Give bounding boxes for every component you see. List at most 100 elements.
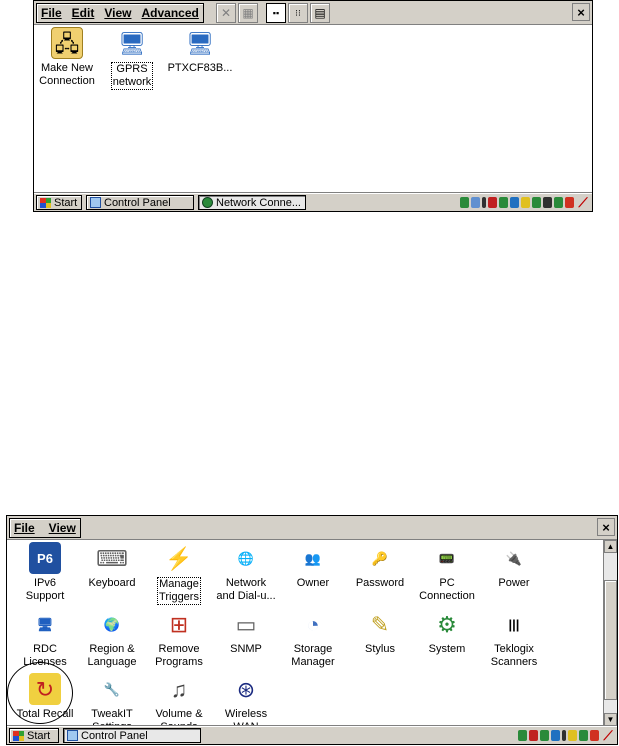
item-label: Storage Manager: [291, 643, 335, 668]
battery-icon[interactable]: [488, 197, 497, 208]
scroll-down-icon[interactable]: ▼: [604, 713, 617, 726]
password-item[interactable]: 🔑 Password: [346, 542, 414, 590]
tweakit-settings-icon: 🔧: [96, 673, 128, 705]
signal-icon[interactable]: [554, 197, 563, 208]
teklogix-scanners-icon: |||: [498, 608, 530, 640]
scroll-up-icon[interactable]: ▲: [604, 540, 617, 553]
manage-triggers-item[interactable]: ⚡ Manage Triggers: [145, 542, 213, 605]
remove-programs-icon: ⊞: [163, 608, 195, 640]
rdc-licenses-icon: 🖥: [29, 608, 61, 640]
large-icons-view-icon[interactable]: ▪▪: [266, 3, 286, 23]
toolbar: ✕ ▦ ▪▪ ⁝⁝ ▤: [216, 3, 330, 23]
battery-icon[interactable]: [529, 730, 538, 741]
stylus-pen-icon[interactable]: ⟋: [601, 728, 615, 743]
task-control-panel[interactable]: Control Panel: [63, 728, 201, 743]
menu-view[interactable]: View: [104, 6, 131, 20]
details-view-icon[interactable]: ▤: [310, 3, 330, 23]
transfer-icon[interactable]: [551, 730, 560, 741]
sync-icon[interactable]: [499, 197, 508, 208]
item-label: Owner: [296, 577, 330, 589]
globe-icon[interactable]: [579, 730, 588, 741]
network-connections-window: File Edit View Advanced ✕ ▦ ▪▪ ⁝⁝ ▤ × 🖧 …: [33, 0, 593, 212]
network-dialup-icon: 🌐: [230, 542, 262, 574]
ptxcf83b-icon: 🖥: [186, 30, 214, 56]
task-network-connections[interactable]: Network Conne...: [198, 195, 306, 210]
item-label: Region & Language: [87, 643, 137, 668]
system-tray: ⟋: [460, 195, 590, 210]
system-item[interactable]: ⚙ System: [413, 608, 481, 656]
stylus-icon: ✎: [364, 608, 396, 640]
control-panel-window: File View × P6 IPv6 Support ⌨ Keyboard ⚡ Manag…: [6, 515, 618, 745]
connection-icon[interactable]: [471, 197, 480, 208]
item-label: Manage Triggers: [157, 577, 201, 605]
menu-view[interactable]: View: [49, 521, 76, 535]
small-icons-view-icon[interactable]: ⁝⁝: [288, 3, 308, 23]
network-status-icon[interactable]: [518, 730, 527, 741]
menu-file[interactable]: File: [14, 521, 35, 535]
item-label: Power: [498, 577, 530, 589]
globe-icon[interactable]: [532, 197, 541, 208]
storage-manager-item[interactable]: ◔ Storage Manager: [279, 608, 347, 669]
task-control-panel[interactable]: Control Panel: [86, 195, 194, 210]
keyboard-tray-icon[interactable]: [543, 197, 552, 208]
info-icon[interactable]: [482, 197, 486, 208]
make-new-connection-item[interactable]: 🖧 Make New Connection: [34, 27, 103, 88]
scroll-thumb[interactable]: [604, 580, 617, 700]
vertical-scrollbar[interactable]: ▲ ▼: [603, 540, 617, 726]
task-label: Network Conne...: [216, 196, 301, 209]
menu-file[interactable]: File: [41, 6, 62, 20]
delete-icon[interactable]: ✕: [216, 3, 236, 23]
ipv6-item[interactable]: P6 IPv6 Support: [11, 542, 79, 603]
info-icon[interactable]: [562, 730, 566, 741]
pc-connection-icon: 📟: [431, 542, 463, 574]
task-label: Control Panel: [104, 196, 171, 209]
close-button[interactable]: ×: [572, 3, 590, 21]
system-icon: ⚙: [431, 608, 463, 640]
sync-icon[interactable]: [540, 730, 549, 741]
stylus-pen-icon[interactable]: ⟋: [576, 195, 590, 210]
storage-manager-icon: ◔: [297, 608, 329, 640]
start-button[interactable]: Start: [36, 195, 82, 210]
network-dialup-item[interactable]: 🌐 Network and Dial-u...: [212, 542, 280, 603]
network-status-icon[interactable]: [460, 197, 469, 208]
lock-icon[interactable]: [521, 197, 530, 208]
wireless-wan-item[interactable]: ⊛WirelessWAN: [212, 673, 280, 734]
start-label: Start: [54, 196, 78, 209]
item-label: PC Connection: [419, 577, 475, 602]
lock-icon[interactable]: [568, 730, 577, 741]
windows-flag-icon: [40, 197, 51, 208]
manage-triggers-icon: ⚡: [163, 542, 195, 574]
close-button[interactable]: ×: [597, 518, 615, 536]
keyboard-item[interactable]: ⌨ Keyboard: [78, 542, 146, 590]
tweakit-settings-item[interactable]: 🔧TweakITSettings: [78, 673, 146, 734]
password-icon: 🔑: [364, 542, 396, 574]
remove-programs-item[interactable]: ⊞ Remove Programs: [145, 608, 213, 669]
menu-advanced[interactable]: Advanced: [141, 6, 198, 20]
ipv6-icon: P6: [29, 542, 61, 574]
power-item[interactable]: 🔌 Power: [480, 542, 548, 590]
transfer-icon[interactable]: [510, 197, 519, 208]
properties-icon[interactable]: ▦: [238, 3, 258, 23]
menu-group: File Edit View Advanced: [36, 3, 204, 23]
rdc-licenses-item[interactable]: 🖥 RDC Licenses: [11, 608, 79, 669]
volume-sounds-item[interactable]: ♫Volume &Sounds: [145, 673, 213, 734]
menu-bar: File View ×: [7, 516, 617, 540]
power-icon: 🔌: [498, 542, 530, 574]
start-button[interactable]: Start: [9, 728, 59, 743]
menu-edit[interactable]: Edit: [72, 6, 95, 20]
volume-sounds-icon: ♫: [163, 673, 195, 705]
stylus-item[interactable]: ✎ Stylus: [346, 608, 414, 656]
power-tray-icon[interactable]: [590, 730, 599, 741]
ptxcf83b-item[interactable]: 🖥 PTXCF83B...: [158, 27, 242, 75]
power-tray-icon[interactable]: [565, 197, 574, 208]
region-language-icon: 🌍: [96, 608, 128, 640]
item-label: Network and Dial-u...: [216, 577, 276, 602]
snmp-item[interactable]: ▭ SNMP: [212, 608, 280, 656]
owner-item[interactable]: 👥 Owner: [279, 542, 347, 590]
snmp-icon: ▭: [230, 608, 262, 640]
region-language-item[interactable]: 🌍 Region & Language: [78, 608, 146, 669]
taskbar: Start Control Panel ⟋: [7, 726, 617, 744]
pc-connection-item[interactable]: 📟 PC Connection: [413, 542, 481, 603]
item-label: Password: [355, 577, 405, 589]
teklogix-scanners-item[interactable]: ||| Teklogix Scanners: [480, 608, 548, 669]
